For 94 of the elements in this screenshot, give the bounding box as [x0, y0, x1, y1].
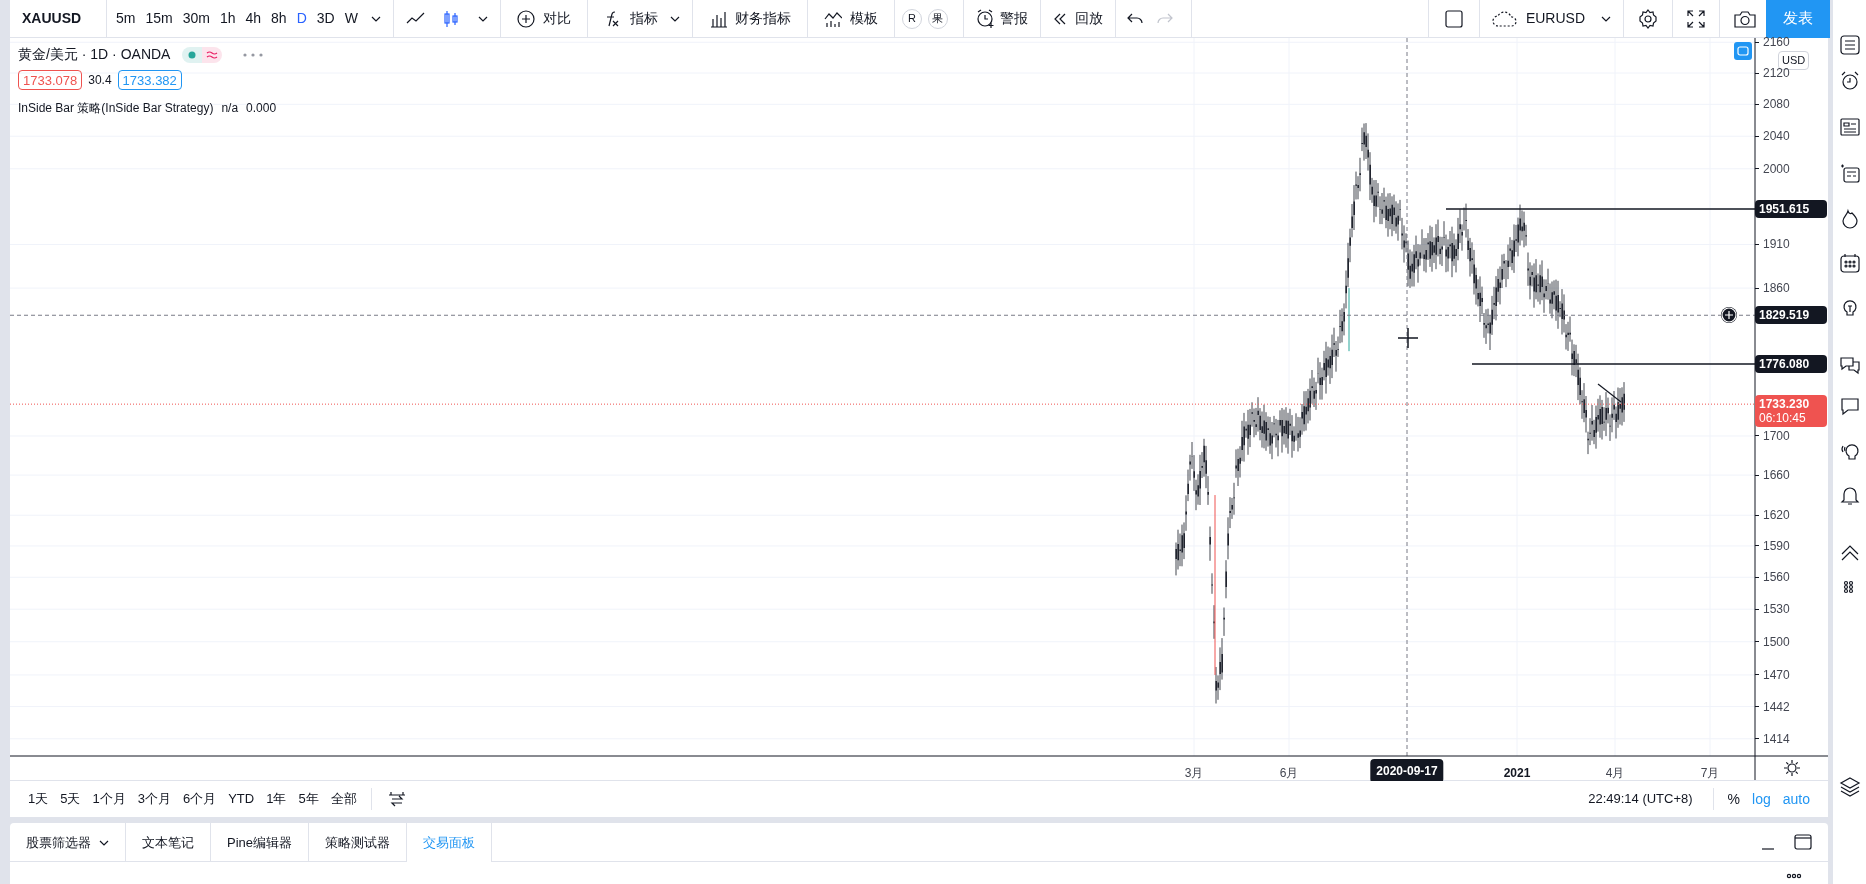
bell-icon[interactable] [1838, 484, 1861, 506]
list-icon[interactable] [1838, 162, 1861, 184]
interval-button[interactable]: 30m [177, 3, 215, 34]
indicator-value: 0.000 [246, 100, 277, 117]
interval-button[interactable]: 5m [111, 3, 141, 34]
price-tick-label: 2000 [1763, 162, 1790, 175]
more-icon[interactable] [1786, 873, 1802, 879]
price-tick-label: 1910 [1763, 238, 1790, 251]
price-tick-label: 1470 [1763, 668, 1790, 681]
interval-button[interactable]: D [291, 3, 312, 34]
range-button[interactable]: 全部 [324, 786, 363, 812]
undo-icon[interactable] [1126, 12, 1143, 25]
price-tick-label: 1660 [1763, 469, 1790, 482]
calendar-icon[interactable] [1838, 252, 1861, 274]
price-tick-label: 1500 [1763, 635, 1790, 648]
time-tick-label: 4月 [1605, 765, 1625, 782]
chevron-down-icon[interactable] [669, 15, 680, 22]
price-tick-label: 2040 [1763, 130, 1790, 143]
panel-tab[interactable]: 文本笔记 [126, 823, 211, 862]
range-button[interactable]: YTD [222, 786, 261, 812]
range-button[interactable]: 6个月 [176, 786, 223, 812]
trend-line[interactable] [1597, 383, 1622, 403]
sell-price-button[interactable]: 1733.078 [18, 70, 83, 90]
chat-icon[interactable] [1838, 354, 1861, 376]
chart-title: 黄金/美元 · 1D · OANDA [18, 45, 171, 64]
cloud-icon [1491, 10, 1518, 27]
interval-button[interactable]: 8h [266, 3, 292, 34]
price-tick-label: 1530 [1763, 603, 1790, 616]
interval-button[interactable]: 3D [311, 3, 340, 34]
chevron-down-icon[interactable] [370, 15, 381, 22]
price-label: 1733.230 [1759, 397, 1811, 412]
camera-icon[interactable] [1734, 9, 1756, 28]
news-icon[interactable] [1838, 116, 1861, 138]
countdown-label: 06:10:45 [1759, 411, 1807, 426]
interval-button[interactable]: 4h [240, 3, 267, 34]
toolbar-button[interactable]: 模板 [811, 3, 890, 34]
panel-tab[interactable]: 股票筛选器 [10, 823, 126, 862]
replay-button[interactable]: 回放 [1044, 3, 1111, 34]
plus-circle-icon [516, 9, 535, 28]
price-tick-label: 1620 [1763, 509, 1790, 522]
range-button[interactable]: 5年 [292, 786, 325, 812]
toolbar-button[interactable]: 财务指标 [696, 3, 803, 34]
price-label: 1776.080 [1759, 357, 1811, 371]
range-button[interactable]: 3个月 [131, 786, 177, 812]
crosshair-date-label: 2020-09-17 [1370, 759, 1444, 783]
price-tick-label: 1700 [1763, 429, 1790, 442]
price-tick-label: 1590 [1763, 539, 1790, 552]
watchlist-icon[interactable] [1838, 34, 1861, 56]
range-button[interactable]: 1天 [22, 786, 55, 812]
price-tick-label: 2160 [1763, 36, 1790, 49]
chat-icon[interactable] [1838, 396, 1861, 418]
time-tick-label: 7月 [1700, 765, 1720, 782]
time-tick-label: 3月 [1184, 765, 1204, 782]
interval-button[interactable]: 1h [214, 3, 241, 34]
square-icon[interactable] [1444, 9, 1463, 28]
compare-symbol-button[interactable]: EURUSD [1483, 3, 1593, 34]
range-button[interactable]: 1年 [260, 786, 293, 812]
chevron-down-icon[interactable] [1601, 15, 1611, 22]
interval-button[interactable]: 15m [140, 3, 178, 34]
layers-icon[interactable] [1838, 776, 1861, 798]
price-tick-label: 1442 [1763, 700, 1790, 713]
scale-option-button[interactable]: % [1721, 786, 1747, 812]
toolbar-button[interactable]: 对比 [504, 3, 583, 34]
toolbar-button[interactable]: 指标 [591, 3, 670, 34]
indicator-value: n/a [221, 100, 239, 117]
price-tick-label: 1560 [1763, 571, 1790, 584]
price-label: 1829.519 [1759, 308, 1811, 323]
chevron-down-icon[interactable] [477, 15, 488, 22]
clock-text: 22:49:14 (UTC+8) [1588, 790, 1693, 809]
price-tick-label: 1860 [1763, 282, 1790, 295]
crosshair-cursor-icon [1397, 327, 1419, 349]
add-plus-icon[interactable] [1721, 307, 1737, 324]
alert-button[interactable]: 警报 [967, 3, 1036, 34]
range-button[interactable]: 5天 [54, 786, 87, 812]
scroll-to-realtime-icon[interactable] [1734, 42, 1752, 60]
symbol-name[interactable]: XAUUSD [10, 8, 102, 29]
wave-icon [202, 46, 223, 63]
fullscreen-icon[interactable] [1687, 9, 1705, 28]
price-label: 1951.615 [1759, 202, 1811, 217]
spread-text: 30.4 [88, 72, 112, 89]
price-tick-label: 1414 [1763, 732, 1790, 745]
range-button[interactable]: 1个月 [86, 786, 132, 812]
date-range-icon[interactable] [387, 791, 406, 807]
interval-button[interactable]: W [339, 3, 363, 34]
time-tick-label: 2021 [1503, 765, 1531, 782]
bar-chart-icon [708, 9, 727, 28]
time-tick-label: 6月 [1279, 765, 1299, 782]
indicator-name[interactable]: InSide Bar 策略(InSide Bar Strategy) [18, 99, 214, 117]
maximize-icon[interactable] [1794, 834, 1812, 850]
rewind-icon [1052, 12, 1067, 25]
panel-tab[interactable]: Pine编辑器 [211, 823, 310, 862]
price-tick-label: 2080 [1763, 98, 1790, 111]
alarm-clock-plus-icon [975, 8, 996, 29]
price-tick-label: 2120 [1763, 67, 1790, 79]
